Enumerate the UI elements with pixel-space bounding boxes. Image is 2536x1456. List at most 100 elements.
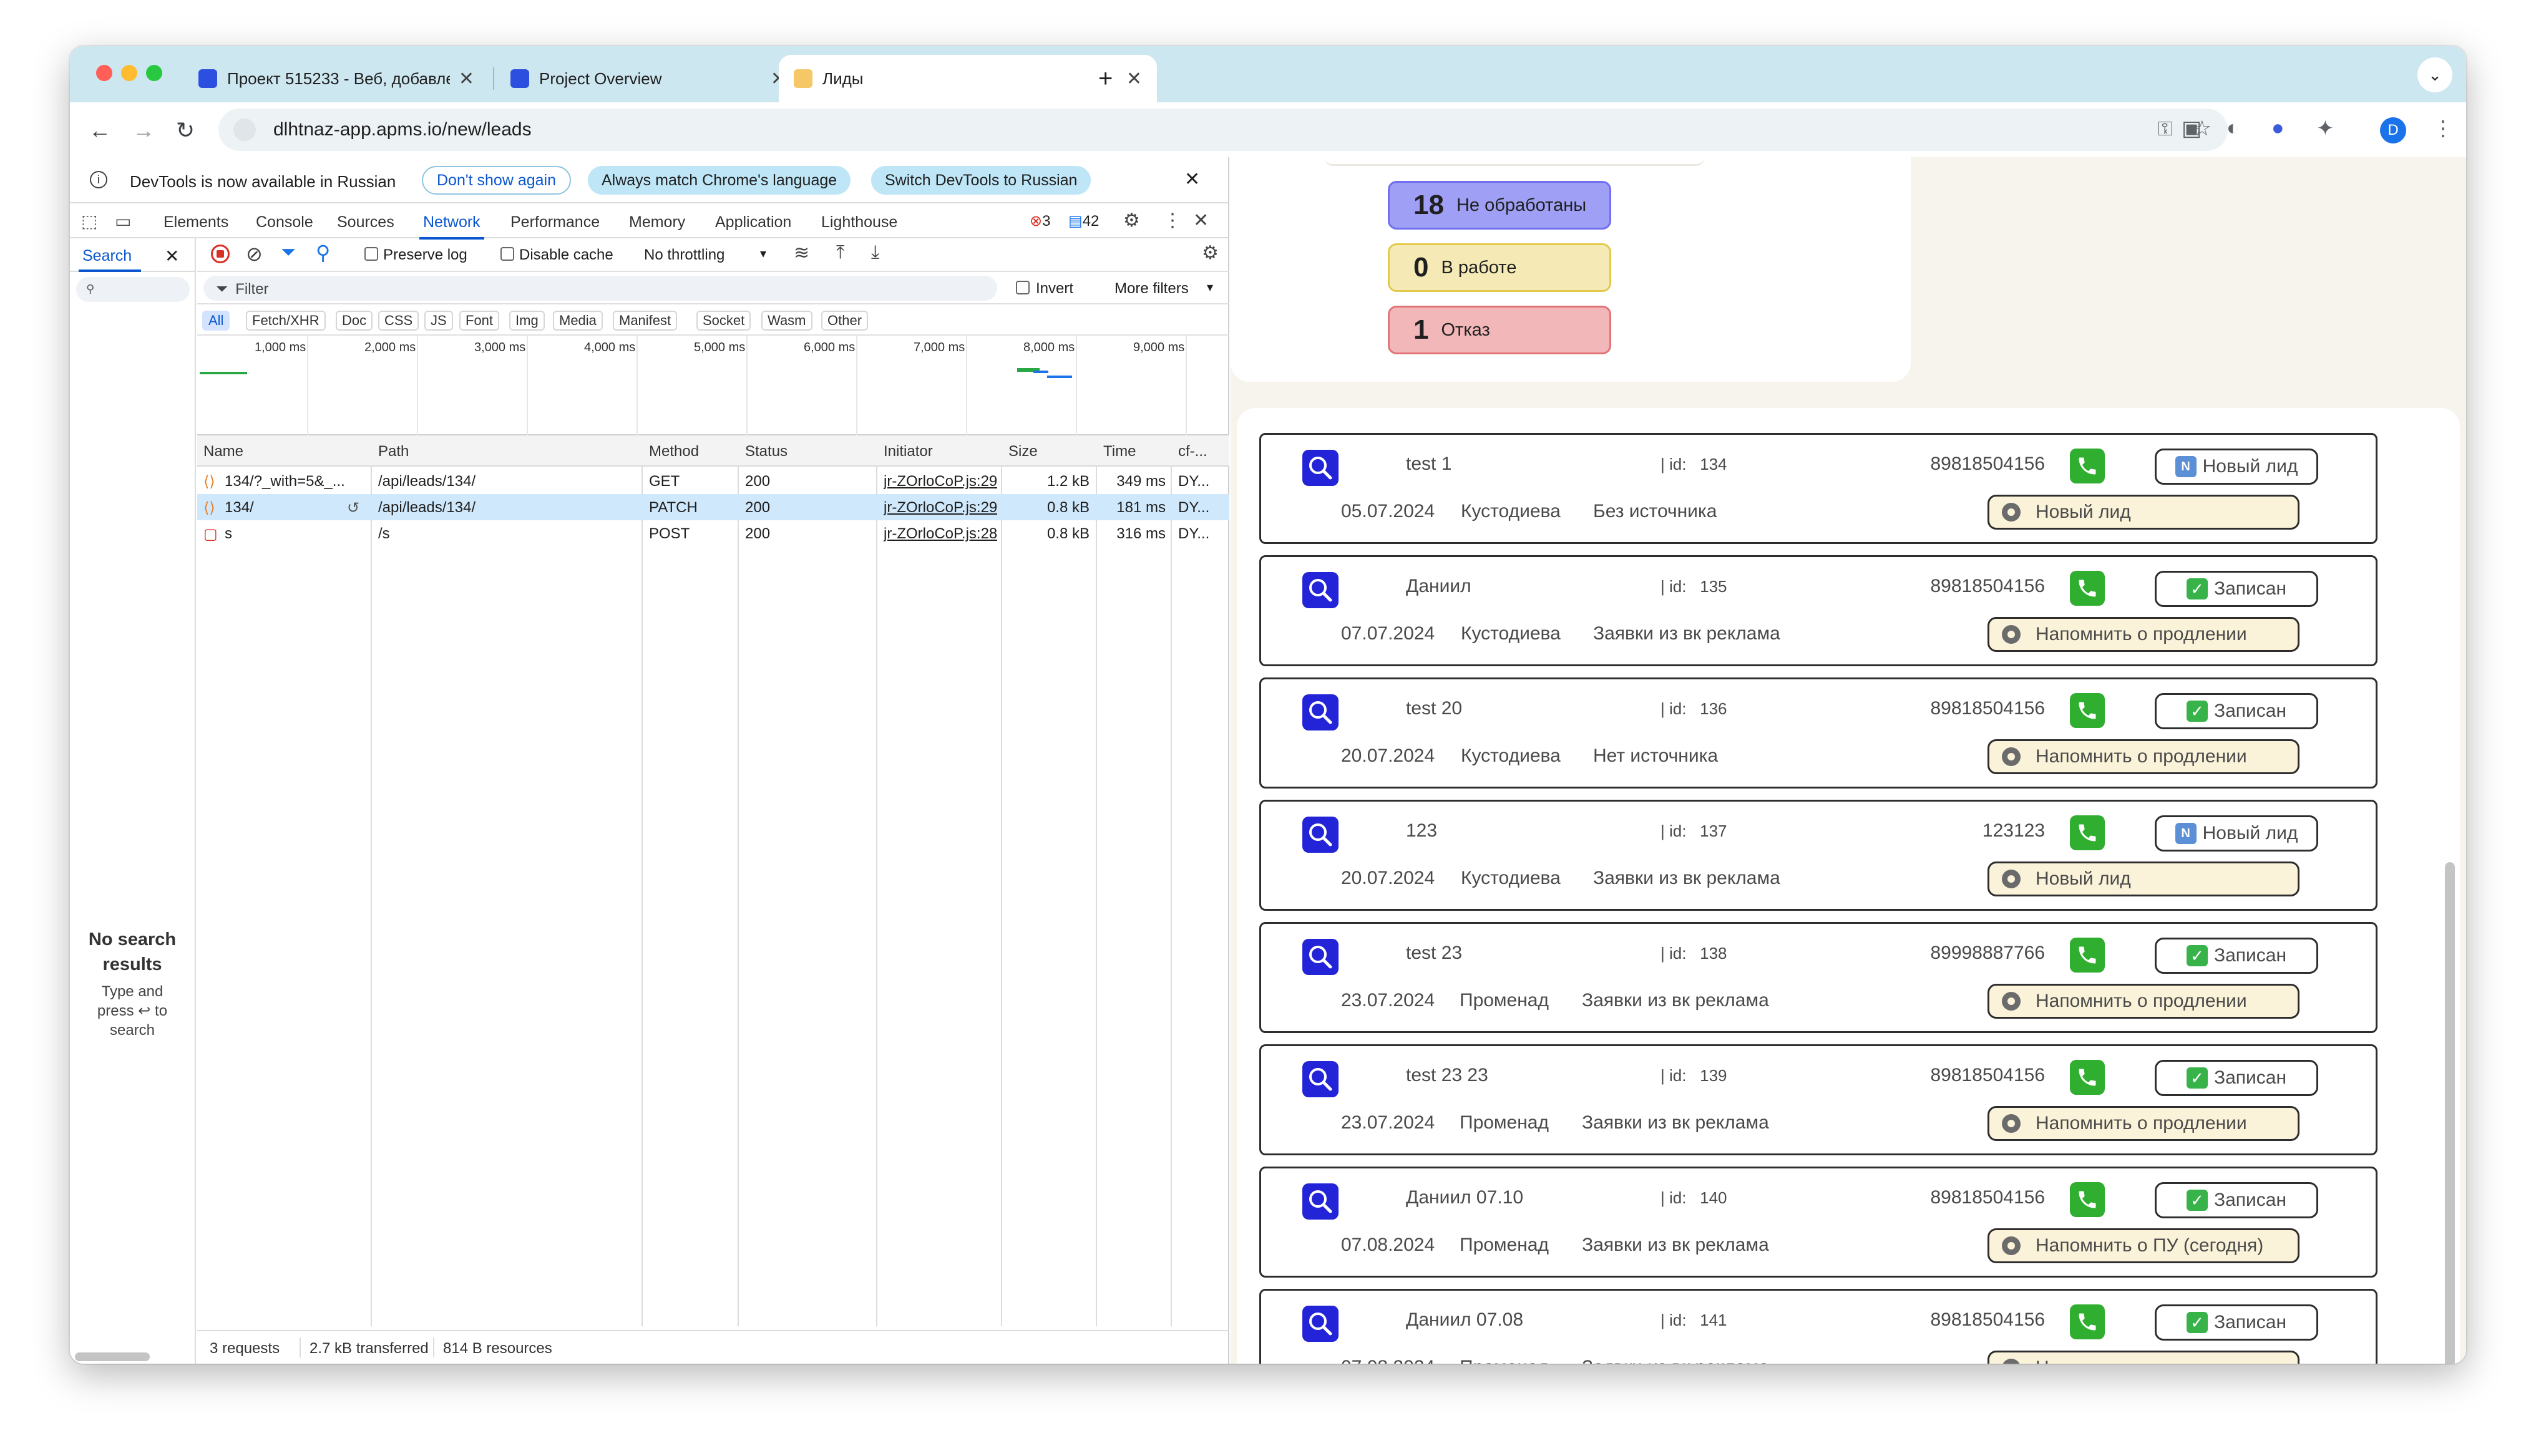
cell-initiator-link[interactable]: jr-ZOrloCoP.js:28 — [884, 525, 997, 543]
chrome-menu-icon[interactable]: ⋮ — [2432, 116, 2454, 141]
lead-status-badge[interactable]: ✓ Записан — [2155, 1304, 2318, 1341]
chip-css[interactable]: CSS — [378, 311, 419, 331]
close-search-icon[interactable]: ✕ — [165, 246, 179, 266]
chip-img[interactable]: Img — [509, 311, 545, 331]
column-header-method[interactable]: Method — [649, 443, 699, 460]
import-har-icon[interactable]: ⤒ — [836, 242, 844, 263]
inspect-element-icon[interactable]: ⬚ — [81, 211, 97, 231]
lead-reminder-button[interactable]: Напомнить о продлении — [1987, 617, 2299, 652]
column-header-path[interactable]: Path — [378, 443, 409, 460]
lead-card[interactable]: Даниил 07.08 | id: 141 89818504156 ✓ Зап… — [1259, 1289, 2378, 1364]
tab-lighthouse[interactable]: Lighthouse — [821, 213, 897, 231]
chip-wasm[interactable]: Wasm — [761, 311, 812, 331]
back-icon[interactable]: ← — [89, 117, 111, 143]
record-stop-icon[interactable] — [211, 245, 230, 263]
throttling-select[interactable]: No throttling — [644, 246, 724, 264]
profile-avatar[interactable]: D — [2380, 117, 2406, 143]
tab-elements[interactable]: Elements — [163, 213, 228, 231]
chip-media[interactable]: Media — [553, 311, 603, 331]
call-phone-icon[interactable] — [2070, 693, 2105, 728]
page-scrollbar[interactable] — [2445, 862, 2455, 1364]
search-input[interactable]: ⚲ — [76, 277, 190, 302]
filter-funnel-icon[interactable]: ⏷ — [281, 242, 296, 263]
column-header-time[interactable]: Time — [1103, 443, 1136, 460]
call-phone-icon[interactable] — [2070, 1060, 2105, 1095]
chip-socket[interactable]: Socket — [696, 311, 751, 331]
browser-tab[interactable]: Проект 515233 - Веб, добавле ✕ — [183, 55, 489, 102]
lead-reminder-button[interactable]: Новый лид — [1987, 495, 2299, 530]
close-tab-icon[interactable]: ✕ — [459, 68, 474, 90]
lead-status-badge[interactable]: ✓ Записан — [2155, 693, 2318, 729]
lead-status-badge[interactable]: ✓ Записан — [2155, 571, 2318, 607]
call-phone-icon[interactable] — [2070, 1304, 2105, 1339]
network-conditions-icon[interactable]: ≋ — [794, 242, 809, 264]
minimize-window-button[interactable] — [121, 65, 137, 81]
tab-application[interactable]: Application — [715, 213, 791, 231]
lead-reminder-button[interactable]: Новый лид — [1987, 861, 2299, 896]
lead-reminder-button[interactable]: Напомнить о продлении — [1987, 1106, 2299, 1141]
sidebar-scrollbar[interactable] — [75, 1352, 150, 1361]
column-header-initiator[interactable]: Initiator — [884, 443, 933, 460]
more-filters-dropdown[interactable]: More filters — [1114, 280, 1189, 298]
forward-icon[interactable]: → — [132, 117, 155, 143]
chip-fetch-xhr[interactable]: Fetch/XHR — [246, 311, 326, 331]
lead-status-badge[interactable]: N Новый лид — [2155, 449, 2318, 485]
call-phone-icon[interactable] — [2070, 815, 2105, 850]
new-tab-button[interactable]: + — [1083, 55, 1128, 102]
error-count-badge[interactable]: ⊗3 — [1030, 212, 1050, 230]
call-phone-icon[interactable] — [2070, 571, 2105, 606]
column-header-name[interactable]: Name — [203, 443, 243, 460]
dont-show-again-button[interactable]: Don't show again — [422, 166, 572, 195]
close-tab-icon[interactable]: ✕ — [1126, 68, 1142, 90]
chip-font[interactable]: Font — [459, 311, 500, 331]
lead-card[interactable]: Даниил 07.10 | id: 140 89818504156 ✓ Зап… — [1259, 1167, 2378, 1278]
cell-initiator-link[interactable]: jr-ZOrloCoP.js:29 — [884, 473, 997, 490]
extension-icon[interactable]: ● — [2271, 116, 2285, 140]
settings-gear-icon[interactable]: ⚙ — [1123, 210, 1140, 231]
lead-card[interactable]: test 23 23 | id: 139 89818504156 ✓ Запис… — [1259, 1044, 2378, 1155]
tab-memory[interactable]: Memory — [629, 213, 685, 231]
call-phone-icon[interactable] — [2070, 938, 2105, 973]
browser-tab[interactable]: Project Overview ✕ — [495, 55, 801, 102]
password-key-icon[interactable]: ⚿ — [2158, 117, 2173, 141]
open-lead-search-icon[interactable] — [1302, 450, 1339, 486]
lead-reminder-button[interactable]: Напомнить о ПУ (сегодня) — [1987, 1228, 2299, 1263]
table-row-selected[interactable]: ⟨⟩ 134/ ↺ /api/leads/134/ PATCH 200 jr-Z… — [197, 494, 1229, 520]
tab-console[interactable]: Console — [256, 213, 313, 231]
preserve-log-checkbox[interactable] — [364, 247, 378, 261]
lead-card[interactable]: Даниил | id: 135 89818504156 ✓ Записан 0… — [1259, 555, 2378, 666]
table-row[interactable]: ▢ s /s POST 200 jr-ZOrloCoP.js:28 0.8 kB… — [197, 520, 1229, 546]
clear-icon[interactable]: ⊘ — [246, 242, 263, 266]
close-devtools-icon[interactable]: ✕ — [1193, 210, 1209, 231]
open-lead-search-icon[interactable] — [1302, 1306, 1339, 1342]
devtools-menu-icon[interactable]: ⋮ — [1163, 210, 1182, 231]
zoom-window-button[interactable] — [146, 65, 162, 81]
chip-js[interactable]: JS — [424, 311, 453, 331]
column-header-cf[interactable]: cf-... — [1178, 443, 1207, 460]
invert-checkbox[interactable] — [1016, 281, 1030, 294]
search-network-icon[interactable]: ⚲ — [316, 241, 330, 265]
device-toolbar-icon[interactable]: ▭ — [115, 211, 131, 231]
extension-icon[interactable]: ◐ — [2226, 116, 2240, 140]
stat-unprocessed[interactable]: 18 Не обработаны — [1388, 181, 1611, 230]
filter-input[interactable]: ⏷ Filter — [203, 276, 997, 301]
extensions-puzzle-icon[interactable]: ✦ — [2316, 116, 2334, 141]
tab-network[interactable]: Network — [419, 213, 484, 240]
column-header-size[interactable]: Size — [1008, 443, 1038, 460]
lead-reminder-button[interactable]: Напомнить о продлении — [1987, 739, 2299, 774]
replay-xhr-icon[interactable]: ↺ — [347, 499, 359, 517]
lead-status-badge[interactable]: ✓ Записан — [2155, 938, 2318, 974]
open-lead-search-icon[interactable] — [1302, 1061, 1339, 1097]
chip-manifest[interactable]: Manifest — [613, 311, 678, 331]
lead-card[interactable]: 123 | id: 137 123123 N Новый лид 20.07.2… — [1259, 800, 2378, 911]
open-lead-search-icon[interactable] — [1302, 1183, 1339, 1220]
cell-initiator-link[interactable]: jr-ZOrloCoP.js:29 — [884, 499, 997, 517]
lead-reminder-button[interactable]: Напомнить о продлении — [1987, 1351, 2299, 1364]
network-settings-gear-icon[interactable]: ⚙ — [1202, 242, 1219, 264]
address-bar[interactable]: dlhtnaz-app.apms.io/new/leads ⚿ ☆ — [218, 109, 2228, 151]
site-info-icon[interactable] — [233, 119, 256, 141]
open-lead-search-icon[interactable] — [1302, 694, 1339, 730]
chip-other[interactable]: Other — [821, 311, 869, 331]
always-match-language-button[interactable]: Always match Chrome's language — [588, 166, 851, 195]
lead-card[interactable]: test 23 | id: 138 89998887766 ✓ Записан … — [1259, 922, 2378, 1033]
